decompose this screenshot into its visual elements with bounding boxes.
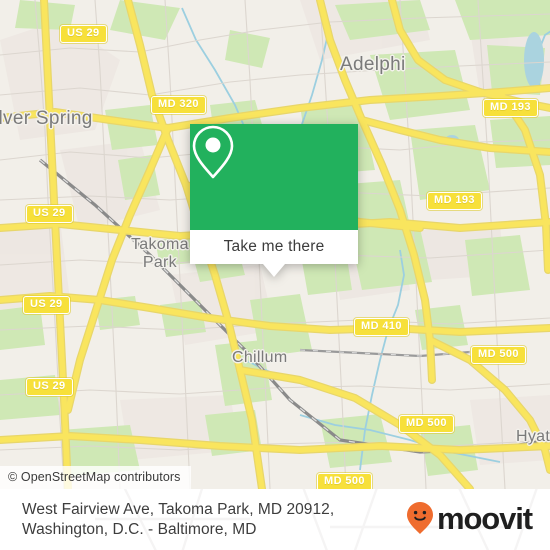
popup-footer[interactable]: Take me there <box>190 230 358 264</box>
popup-header <box>190 124 358 230</box>
road-shield-md-500-2: MD 500 <box>399 415 454 433</box>
road-shield-md-193-2: MD 193 <box>427 192 482 210</box>
take-me-there-label: Take me there <box>223 238 325 255</box>
road-shield-us-29-1: US 29 <box>60 25 107 43</box>
map-canvas[interactable]: ilver Spring Adelphi Takoma Park Chillum Hya… <box>0 0 550 489</box>
road-shield-md-500-1: MD 500 <box>471 346 526 364</box>
road-shield-md-193-1: MD 193 <box>483 99 538 117</box>
road-shield-md-500-3: MD 500 <box>317 473 372 489</box>
footer-bar: West Fairview Ave, Takoma Park, MD 20912… <box>0 489 550 550</box>
moovit-brand[interactable]: moovit <box>406 500 533 536</box>
road-shield-us-29-2: US 29 <box>26 205 73 223</box>
road-shield-us-29-3: US 29 <box>23 296 70 314</box>
location-pin-icon <box>192 125 234 179</box>
road-shield-md-320: MD 320 <box>151 96 206 114</box>
moovit-map-screenshot: ilver Spring Adelphi Takoma Park Chillum Hya… <box>0 0 550 550</box>
moovit-wordmark: moovit <box>436 500 533 536</box>
address-line-2: Washington, D.C. - Baltimore, MD <box>22 521 257 538</box>
address-line-1: West Fairview Ave, Takoma Park, MD 20912… <box>22 501 335 518</box>
moovit-smiley-pin-icon <box>406 502 433 534</box>
popup-tail-pointer <box>263 264 285 277</box>
destination-popup-card[interactable]: Take me there <box>190 124 358 277</box>
road-shield-md-410: MD 410 <box>354 318 409 336</box>
map-attribution[interactable]: © OpenStreetMap contributors <box>0 466 191 489</box>
address-text: West Fairview Ave, Takoma Park, MD 20912… <box>22 500 392 540</box>
road-shield-us-29-4: US 29 <box>26 378 73 396</box>
